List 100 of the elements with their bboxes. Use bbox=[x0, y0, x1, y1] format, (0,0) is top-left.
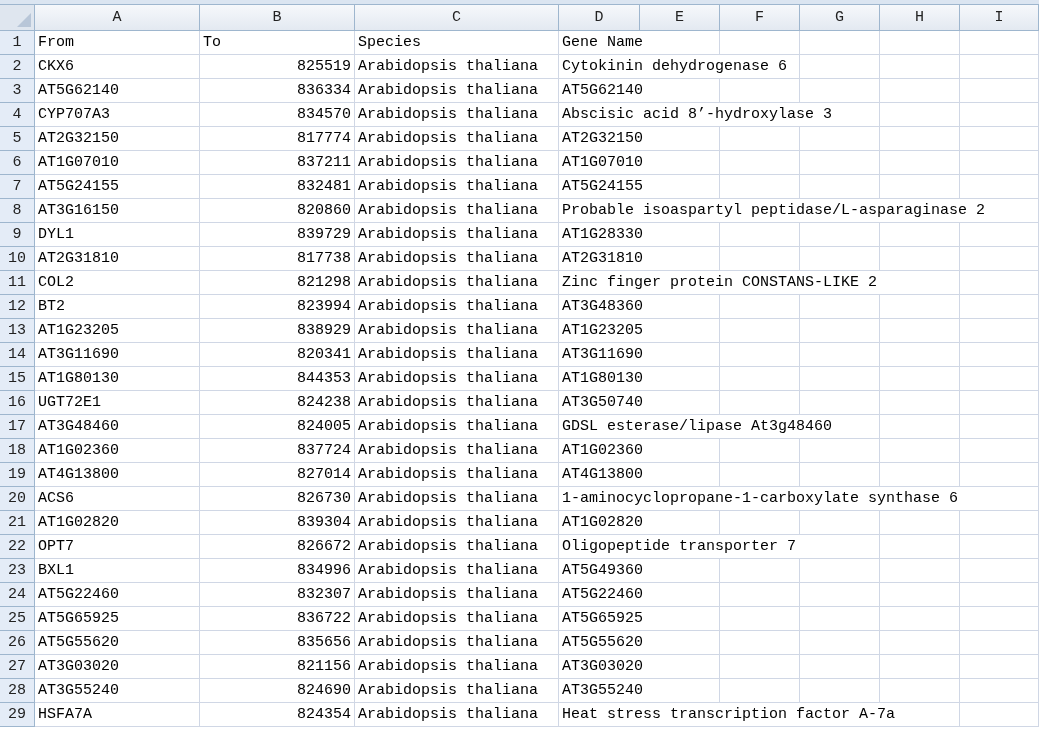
table-cell: 826730 bbox=[200, 487, 355, 511]
row-header[interactable]: 15 bbox=[0, 367, 35, 391]
column-header[interactable]: F bbox=[720, 5, 800, 31]
table-cell: AT4G13800 bbox=[559, 463, 720, 487]
table-cell: AT2G32150 bbox=[559, 127, 720, 151]
table-cell: 839304 bbox=[200, 511, 355, 535]
table-cell: AT4G13800 bbox=[35, 463, 200, 487]
table-cell: AT3G16150 bbox=[35, 199, 200, 223]
table-cell: AT3G55240 bbox=[35, 679, 200, 703]
table-cell: OPT7 bbox=[35, 535, 200, 559]
row-header[interactable]: 19 bbox=[0, 463, 35, 487]
column-header[interactable]: D bbox=[559, 5, 640, 31]
table-cell: AT5G55620 bbox=[35, 631, 200, 655]
table-cell: 835656 bbox=[200, 631, 355, 655]
table-cell: Arabidopsis thaliana bbox=[355, 583, 559, 607]
row-header[interactable]: 11 bbox=[0, 271, 35, 295]
table-cell: 817774 bbox=[200, 127, 355, 151]
table-cell: 837724 bbox=[200, 439, 355, 463]
table-cell: UGT72E1 bbox=[35, 391, 200, 415]
table-cell: AT1G02360 bbox=[35, 439, 200, 463]
row-header[interactable]: 20 bbox=[0, 487, 35, 511]
table-cell: Arabidopsis thaliana bbox=[355, 343, 559, 367]
row-header[interactable]: 24 bbox=[0, 583, 35, 607]
column-header[interactable]: H bbox=[880, 5, 960, 31]
table-cell: Arabidopsis thaliana bbox=[355, 247, 559, 271]
table-cell: AT2G32150 bbox=[35, 127, 200, 151]
table-cell: AT1G80130 bbox=[559, 367, 720, 391]
column-header[interactable]: B bbox=[200, 5, 355, 31]
table-cell: AT1G23205 bbox=[35, 319, 200, 343]
table-cell: Arabidopsis thaliana bbox=[355, 151, 559, 175]
table-cell: 837211 bbox=[200, 151, 355, 175]
row-header[interactable]: 13 bbox=[0, 319, 35, 343]
table-cell: Heat stress transcription factor A-7a bbox=[559, 703, 960, 727]
row-header[interactable]: 25 bbox=[0, 607, 35, 631]
table-cell: Arabidopsis thaliana bbox=[355, 79, 559, 103]
table-cell: To bbox=[200, 31, 355, 55]
table-cell: COL2 bbox=[35, 271, 200, 295]
row-header[interactable]: 10 bbox=[0, 247, 35, 271]
table-cell: Zinc finger protein CONSTANS-LIKE 2 bbox=[559, 271, 960, 295]
table-cell: AT1G02360 bbox=[559, 439, 720, 463]
row-header[interactable]: 12 bbox=[0, 295, 35, 319]
table-cell: Probable isoaspartyl peptidase/L-asparaginase 2 bbox=[559, 199, 1039, 223]
row-header[interactable]: 28 bbox=[0, 679, 35, 703]
table-cell: AT3G50740 bbox=[559, 391, 720, 415]
row-header[interactable]: 17 bbox=[0, 415, 35, 439]
table-cell: 834570 bbox=[200, 103, 355, 127]
row-header[interactable]: 6 bbox=[0, 151, 35, 175]
table-cell: Arabidopsis thaliana bbox=[355, 655, 559, 679]
column-header[interactable]: E bbox=[640, 5, 720, 31]
column-header[interactable]: A bbox=[35, 5, 200, 31]
row-header[interactable]: 2 bbox=[0, 55, 35, 79]
table-cell: AT5G65925 bbox=[35, 607, 200, 631]
row-header[interactable]: 18 bbox=[0, 439, 35, 463]
table-cell: 838929 bbox=[200, 319, 355, 343]
row-header[interactable]: 16 bbox=[0, 391, 35, 415]
row-header[interactable]: 21 bbox=[0, 511, 35, 535]
table-cell: 844353 bbox=[200, 367, 355, 391]
column-header[interactable]: I bbox=[960, 5, 1039, 31]
table-cell: AT3G11690 bbox=[35, 343, 200, 367]
table-cell: 820860 bbox=[200, 199, 355, 223]
table-cell: AT1G07010 bbox=[559, 151, 720, 175]
table-cell: AT5G22460 bbox=[559, 583, 720, 607]
table-cell: From bbox=[35, 31, 200, 55]
row-header[interactable]: 23 bbox=[0, 559, 35, 583]
table-cell: 817738 bbox=[200, 247, 355, 271]
table-cell: AT3G55240 bbox=[559, 679, 720, 703]
row-header[interactable]: 7 bbox=[0, 175, 35, 199]
row-header[interactable]: 27 bbox=[0, 655, 35, 679]
table-cell: Arabidopsis thaliana bbox=[355, 55, 559, 79]
corner-triangle-icon bbox=[17, 13, 31, 27]
row-header[interactable]: 22 bbox=[0, 535, 35, 559]
row-header[interactable]: 1 bbox=[0, 31, 35, 55]
table-cell: Arabidopsis thaliana bbox=[355, 703, 559, 727]
table-cell: 834996 bbox=[200, 559, 355, 583]
table-cell: Arabidopsis thaliana bbox=[355, 415, 559, 439]
table-cell: Arabidopsis thaliana bbox=[355, 295, 559, 319]
table-cell: AT1G02820 bbox=[35, 511, 200, 535]
table-cell: BT2 bbox=[35, 295, 200, 319]
table-cell: 1-aminocyclopropane-1-carboxylate synthase 6 bbox=[559, 487, 1039, 511]
row-header[interactable]: 9 bbox=[0, 223, 35, 247]
table-cell: AT3G48460 bbox=[35, 415, 200, 439]
table-cell: Arabidopsis thaliana bbox=[355, 511, 559, 535]
table-cell: Arabidopsis thaliana bbox=[355, 175, 559, 199]
row-header[interactable]: 5 bbox=[0, 127, 35, 151]
row-header[interactable]: 4 bbox=[0, 103, 35, 127]
table-cell: AT1G80130 bbox=[35, 367, 200, 391]
row-header[interactable]: 14 bbox=[0, 343, 35, 367]
table-cell: Species bbox=[355, 31, 559, 55]
table-cell: 824238 bbox=[200, 391, 355, 415]
table-cell: GDSL esterase/lipase At3g48460 bbox=[559, 415, 880, 439]
table-cell: AT5G62140 bbox=[559, 79, 720, 103]
row-header[interactable]: 8 bbox=[0, 199, 35, 223]
column-header[interactable]: G bbox=[800, 5, 880, 31]
table-cell: AT5G65925 bbox=[559, 607, 720, 631]
select-all-button[interactable] bbox=[0, 5, 35, 31]
row-header[interactable]: 26 bbox=[0, 631, 35, 655]
row-header[interactable]: 29 bbox=[0, 703, 35, 727]
row-header[interactable]: 3 bbox=[0, 79, 35, 103]
table-cell: AT3G11690 bbox=[559, 343, 720, 367]
column-header[interactable]: C bbox=[355, 5, 559, 31]
